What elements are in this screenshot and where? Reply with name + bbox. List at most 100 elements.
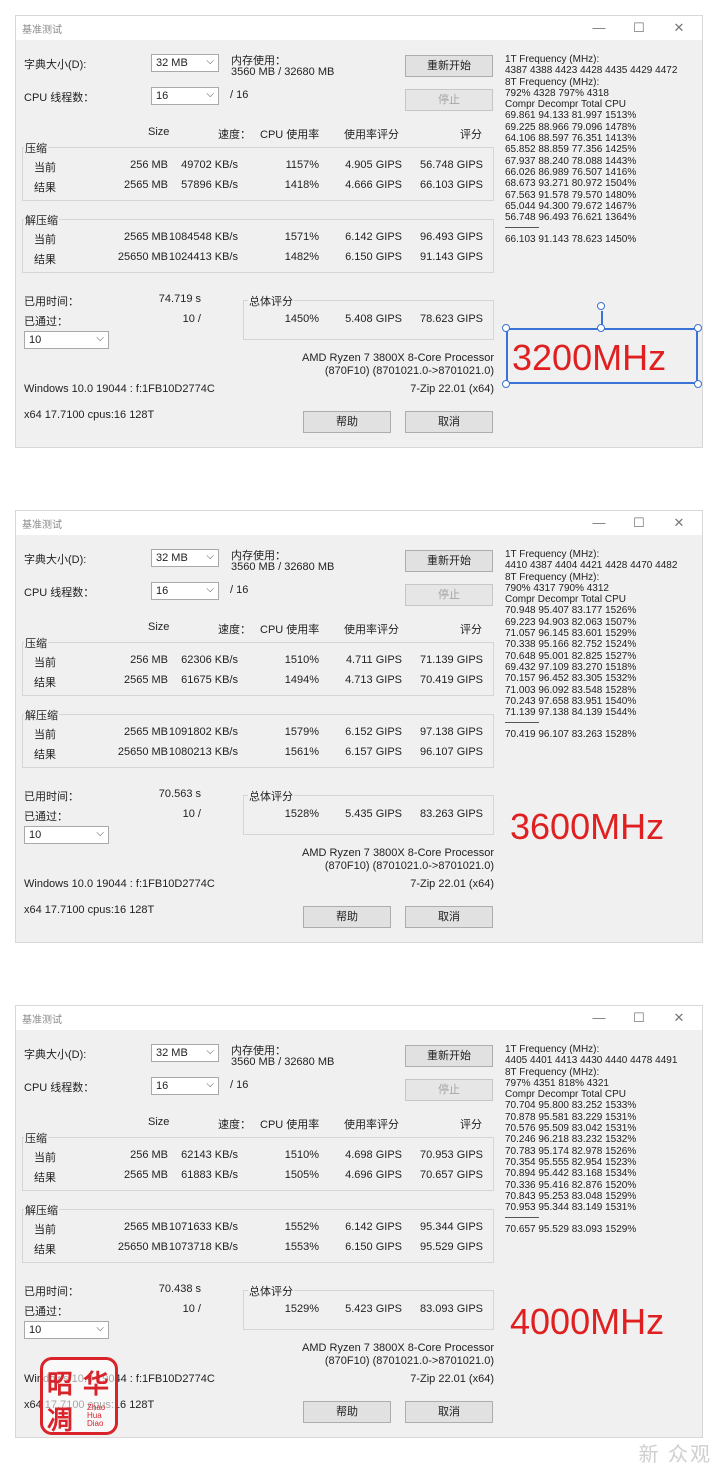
compress-result-usage-rating: 4.666 GIPS bbox=[345, 179, 402, 191]
resize-handle[interactable] bbox=[597, 302, 605, 310]
col-speed-header: 速度： bbox=[218, 624, 251, 636]
decompress-current-usage-rating: 6.142 GIPS bbox=[345, 1221, 402, 1233]
frequency-line: 64.106 88.597 76.351 1413% bbox=[505, 133, 637, 145]
frequency-line: 70.948 95.407 83.177 1526% bbox=[505, 605, 637, 617]
compress-current-cpu: 1510% bbox=[284, 654, 319, 666]
cpu-threads-value: 16 bbox=[156, 1080, 169, 1092]
compress-label: 压缩 bbox=[24, 635, 48, 651]
dict-size-label: 字典大小(D): bbox=[24, 59, 87, 71]
passes-select-value: 10 bbox=[29, 1324, 42, 1336]
frequency-line: 68.673 93.271 80.972 1504% bbox=[505, 178, 637, 190]
frequency-line: 70.354 95.555 82.954 1523% bbox=[505, 1156, 637, 1168]
decompress-result-cpu: 1561% bbox=[284, 746, 319, 758]
decompress-result-cpu: 1482% bbox=[284, 251, 319, 263]
dict-size-select[interactable]: 32 MB ⌵ bbox=[151, 54, 219, 72]
maximize-button[interactable]: ☐ bbox=[624, 1008, 654, 1028]
frequency-line: 70.246 96.218 83.232 1532% bbox=[505, 1134, 637, 1146]
minimize-button[interactable]: — bbox=[584, 18, 614, 38]
col-rating-header: 评分 bbox=[460, 129, 482, 141]
chevron-down-icon: ⌵ bbox=[206, 1079, 214, 1090]
close-button[interactable]: ✕ bbox=[664, 18, 694, 38]
passes-select[interactable]: 10 ⌵ bbox=[24, 826, 109, 844]
compress-current-usage-rating: 4.905 GIPS bbox=[345, 159, 402, 171]
cpu-threads-select[interactable]: 16 ⌵ bbox=[151, 582, 219, 600]
passes-select[interactable]: 10 ⌵ bbox=[24, 1321, 109, 1339]
decompress-current-speed: 1091802 KB/s bbox=[168, 726, 238, 738]
compress-result-label: 结果 bbox=[34, 1172, 56, 1184]
stop-button[interactable]: 停止 bbox=[405, 1079, 493, 1101]
passes-select[interactable]: 10 ⌵ bbox=[24, 331, 109, 349]
help-button[interactable]: 帮助 bbox=[303, 411, 391, 433]
frequency-separator bbox=[505, 227, 539, 234]
cancel-button[interactable]: 取消 bbox=[405, 1401, 493, 1423]
frequency-line: 69.225 88.966 79.096 1478% bbox=[505, 121, 637, 133]
cancel-button[interactable]: 取消 bbox=[405, 906, 493, 928]
minimize-button[interactable]: — bbox=[584, 1008, 614, 1028]
decompress-current-rating: 95.344 GIPS bbox=[420, 1221, 483, 1233]
decompress-result-speed: 1080213 KB/s bbox=[168, 746, 238, 758]
resize-handle[interactable] bbox=[502, 324, 510, 332]
stop-button[interactable]: 停止 bbox=[405, 584, 493, 606]
resize-handle[interactable] bbox=[502, 380, 510, 388]
chevron-down-icon: ⌵ bbox=[206, 1046, 214, 1057]
resize-handle[interactable] bbox=[597, 324, 605, 332]
frequency-line: 8T Frequency (MHz): bbox=[505, 1066, 600, 1078]
compress-current-speed: 62306 KB/s bbox=[181, 654, 238, 666]
decompress-label: 解压缩 bbox=[24, 707, 59, 723]
frequency-log: 1T Frequency (MHz): 4387 4388 4423 4428 … bbox=[505, 54, 677, 246]
decompress-current-size: 2565 MB bbox=[123, 1221, 168, 1233]
dict-size-value: 32 MB bbox=[156, 552, 188, 564]
compress-result-label: 结果 bbox=[34, 182, 56, 194]
decompress-result-usage-rating: 6.150 GIPS bbox=[345, 251, 402, 263]
resize-handle[interactable] bbox=[694, 380, 702, 388]
decompress-current-speed: 1084548 KB/s bbox=[168, 231, 238, 243]
frequency-log: 1T Frequency (MHz): 4410 4387 4404 4421 … bbox=[505, 549, 677, 741]
maximize-button[interactable]: ☐ bbox=[624, 513, 654, 533]
help-button[interactable]: 帮助 bbox=[303, 1401, 391, 1423]
stop-button[interactable]: 停止 bbox=[405, 89, 493, 111]
frequency-separator bbox=[505, 722, 539, 729]
col-cpu-usage-header: CPU 使用率 bbox=[260, 129, 320, 141]
cpu-threads-label: CPU 线程数： bbox=[24, 587, 95, 599]
frequency-line: 8T Frequency (MHz): bbox=[505, 76, 600, 88]
col-rating-header: 评分 bbox=[460, 624, 482, 636]
restart-button[interactable]: 重新开始 bbox=[405, 55, 493, 77]
close-button[interactable]: ✕ bbox=[664, 513, 694, 533]
elapsed-value: 70.438 s bbox=[158, 1283, 201, 1295]
restart-button[interactable]: 重新开始 bbox=[405, 550, 493, 572]
frequency-line: 70.843 95.253 83.048 1529% bbox=[505, 1190, 637, 1202]
close-button[interactable]: ✕ bbox=[664, 1008, 694, 1028]
decompress-result-rating: 95.529 GIPS bbox=[420, 1241, 483, 1253]
decompress-current-label: 当前 bbox=[34, 1224, 56, 1236]
cancel-button[interactable]: 取消 bbox=[405, 411, 493, 433]
decompress-result-rating: 96.107 GIPS bbox=[420, 746, 483, 758]
total-rating: 83.263 GIPS bbox=[420, 808, 483, 820]
decompress-current-label: 当前 bbox=[34, 234, 56, 246]
cpu-threads-select[interactable]: 16 ⌵ bbox=[151, 1077, 219, 1095]
cpu-id: (870F10) (8701021.0->8701021.0) bbox=[324, 860, 494, 872]
compress-label: 压缩 bbox=[24, 1130, 48, 1146]
seal-char-1: 昭 bbox=[47, 1370, 74, 1400]
total-rating: 78.623 GIPS bbox=[420, 313, 483, 325]
decompress-current-rating: 96.493 GIPS bbox=[420, 231, 483, 243]
maximize-button[interactable]: ☐ bbox=[624, 18, 654, 38]
compress-result-rating: 70.657 GIPS bbox=[420, 1169, 483, 1181]
decompress-result-label: 结果 bbox=[34, 1244, 56, 1256]
decompress-result-cpu: 1553% bbox=[284, 1241, 319, 1253]
minimize-button[interactable]: — bbox=[584, 513, 614, 533]
dict-size-select[interactable]: 32 MB ⌵ bbox=[151, 1044, 219, 1062]
help-button[interactable]: 帮助 bbox=[303, 906, 391, 928]
dict-size-select[interactable]: 32 MB ⌵ bbox=[151, 549, 219, 567]
decompress-result-size: 25650 MB bbox=[117, 746, 168, 758]
compress-label: 压缩 bbox=[24, 140, 48, 156]
passed-label: 已通过： bbox=[24, 811, 68, 823]
passed-label: 已通过： bbox=[24, 1306, 68, 1318]
resize-handle[interactable] bbox=[694, 324, 702, 332]
passed-value: 10 / bbox=[182, 808, 201, 820]
cpu-threads-select[interactable]: 16 ⌵ bbox=[151, 87, 219, 105]
frequency-line: 1T Frequency (MHz): bbox=[505, 1044, 600, 1055]
decompress-current-speed: 1071633 KB/s bbox=[168, 1221, 238, 1233]
frequency-line: 70.783 95.174 82.978 1526% bbox=[505, 1145, 637, 1157]
compress-current-speed: 49702 KB/s bbox=[181, 159, 238, 171]
restart-button[interactable]: 重新开始 bbox=[405, 1045, 493, 1067]
